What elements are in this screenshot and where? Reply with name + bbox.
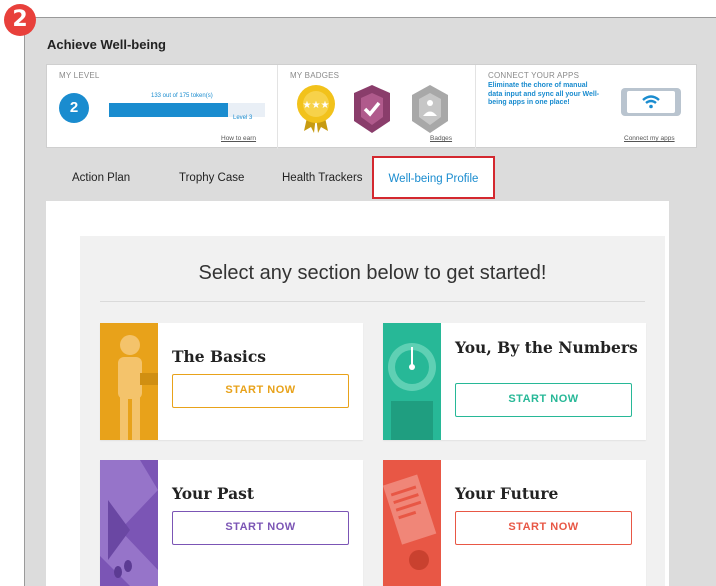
phone-wifi-icon xyxy=(620,87,682,117)
person-icon xyxy=(100,323,158,440)
document-icon xyxy=(383,460,441,586)
app-title: Achieve Well-being xyxy=(47,37,166,52)
sections-panel: Select any section below to get started!… xyxy=(80,236,665,586)
profile-content: Select any section below to get started!… xyxy=(46,201,669,586)
connect-apps-section: CONNECT YOUR APPS Eliminate the chore of… xyxy=(475,65,697,149)
level-progress-fill xyxy=(109,103,228,117)
section-card-past: Your Past START NOW xyxy=(100,460,363,586)
meditation-badge-icon[interactable] xyxy=(408,83,452,135)
section-card-basics: The Basics START NOW xyxy=(100,323,363,440)
tab-trophy-case[interactable]: Trophy Case xyxy=(179,156,244,196)
start-now-button-past[interactable]: START NOW xyxy=(172,511,349,545)
stars-medal-icon[interactable]: ★★★ xyxy=(294,83,338,135)
stats-panel: MY LEVEL 2 133 out of 175 token(s) Level… xyxy=(46,64,697,149)
section-card-future: Your Future START NOW xyxy=(383,460,646,586)
tab-bar: Action Plan Trophy Case Health Trackers … xyxy=(46,156,669,202)
start-now-button-numbers[interactable]: START NOW xyxy=(455,383,632,417)
tab-health-trackers[interactable]: Health Trackers xyxy=(282,156,363,196)
tab-well-being-profile[interactable]: Well-being Profile xyxy=(372,156,495,199)
badges-link[interactable]: Badges xyxy=(430,135,452,142)
divider xyxy=(100,301,645,302)
path-icon xyxy=(100,460,158,586)
connect-my-apps-link[interactable]: Connect my apps xyxy=(624,135,675,142)
scale-icon xyxy=(383,323,441,440)
card-title: Your Past xyxy=(172,484,255,503)
my-level-section: MY LEVEL 2 133 out of 175 token(s) Level… xyxy=(47,65,274,149)
level-badge: 2 xyxy=(59,93,89,123)
card-title: The Basics xyxy=(172,347,266,366)
section-card-numbers: You, By the Numbers START NOW xyxy=(383,323,646,440)
next-level-label: Level 3 xyxy=(233,115,253,121)
intro-heading: Select any section below to get started! xyxy=(198,262,547,284)
card-title: You, By the Numbers xyxy=(455,338,638,357)
my-badges-section: MY BADGES ★★★ Badges xyxy=(277,65,471,149)
token-count: 133 out of 175 token(s) xyxy=(151,93,213,99)
connect-apps-description: Eliminate the chore of manual data input… xyxy=(488,82,600,106)
my-badges-heading: MY BADGES xyxy=(290,71,340,80)
connect-apps-heading: CONNECT YOUR APPS xyxy=(488,71,580,80)
tab-action-plan[interactable]: Action Plan xyxy=(72,156,130,196)
svg-text:★★★: ★★★ xyxy=(303,100,330,111)
card-title: Your Future xyxy=(455,484,559,503)
my-level-heading: MY LEVEL xyxy=(59,71,100,80)
how-to-earn-link[interactable]: How to earn xyxy=(221,135,256,142)
start-now-button-basics[interactable]: START NOW xyxy=(172,374,349,408)
step-marker: 2 xyxy=(4,4,36,36)
start-now-button-future[interactable]: START NOW xyxy=(455,511,632,545)
check-shield-icon[interactable] xyxy=(350,83,394,135)
